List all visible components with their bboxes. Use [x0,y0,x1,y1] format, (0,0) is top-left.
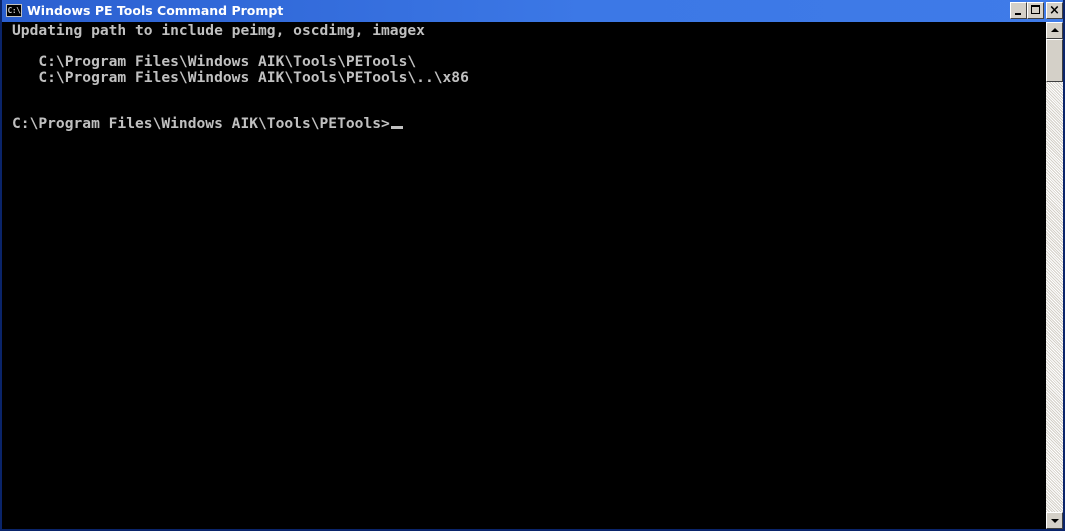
cmd-console-icon[interactable]: C:\ [6,4,22,17]
minimize-button[interactable] [1010,2,1027,19]
vertical-scrollbar[interactable] [1046,22,1063,529]
command-prompt: C:\Program Files\Windows AIK\Tools\PEToo… [12,115,390,132]
title-bar[interactable]: C:\ Windows PE Tools Command Prompt × [2,0,1063,22]
close-button[interactable]: × [1046,2,1063,19]
scrollbar-thumb[interactable] [1046,39,1063,82]
close-icon: × [1049,3,1060,18]
console-line: C:\Program Files\Windows AIK\Tools\PEToo… [12,68,469,86]
scroll-down-arrow-icon [1051,519,1059,523]
console-output-area[interactable]: Updating path to include peimg, oscdimg,… [2,22,1046,529]
console-line: Updating path to include peimg, oscdimg,… [12,22,425,39]
window-title: Windows PE Tools Command Prompt [27,3,284,18]
scroll-up-button[interactable] [1046,22,1063,39]
maximize-icon [1031,5,1040,14]
console-line: C:\Program Files\Windows AIK\Tools\PEToo… [12,53,417,70]
console-window: C:\ Windows PE Tools Command Prompt × Up… [0,0,1065,531]
console-text: Updating path to include peimg, oscdimg,… [12,23,469,132]
console-prompt-line: C:\Program Files\Windows AIK\Tools\PEToo… [12,116,469,132]
scroll-up-arrow-icon [1051,28,1059,32]
scroll-down-button[interactable] [1046,512,1063,529]
maximize-button[interactable] [1027,2,1044,19]
minimize-icon [1015,13,1021,15]
text-cursor [390,126,403,129]
